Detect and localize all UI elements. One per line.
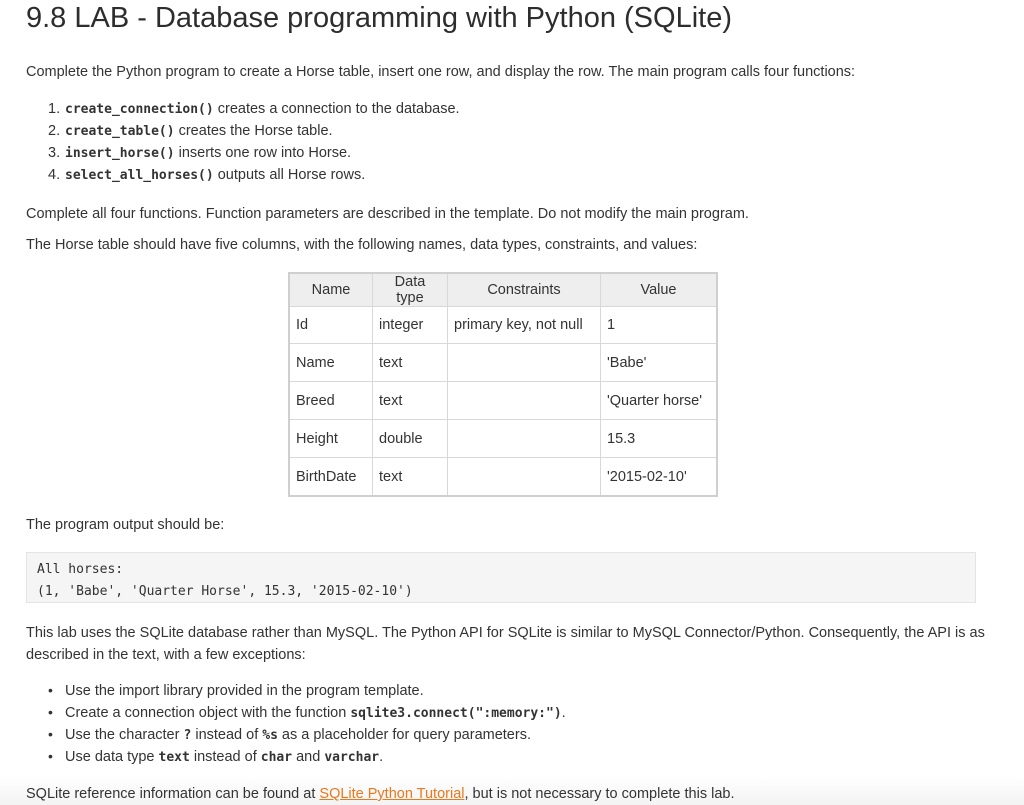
table-cell: Height [288,419,373,458]
list-item: • Use data type text instead of char and … [48,748,384,765]
table-cell: 'Quarter horse' [600,381,718,420]
complete-instructions: Complete all four functions. Function pa… [26,206,749,222]
sqlite-tutorial-link[interactable]: SQLite Python Tutorial [319,786,464,802]
sqlite-note: This lab uses the SQLite database rather… [26,625,985,663]
column-header: Name [288,272,373,307]
inline-code: text [158,750,190,765]
list-item: 3. insert_horse() inserts one row into Ho… [48,145,352,161]
table-row: Height double 15.3 [288,419,718,458]
inline-code: sqlite3.connect(":memory:") [350,706,562,721]
table-cell: 'Babe' [600,343,718,382]
column-header: Value [600,272,718,307]
output-line: All horses: [37,562,124,577]
table-cell [447,343,601,382]
list-item: 4. select_all_horses() outputs all Horse … [48,167,366,183]
table-cell: text [372,457,448,497]
function-name: create_connection() [65,102,214,117]
reference-text: SQLite reference information can be foun… [26,786,735,802]
list-item: 2. create_table() creates the Horse table… [48,123,333,139]
intro-text: Complete the Python program to create a … [26,64,856,80]
inline-code: char [260,750,293,765]
function-name: insert_horse() [65,146,175,161]
table-row: Id integer primary key, not null 1 [288,306,718,344]
table-cell: BirthDate [288,457,373,497]
table-header-row: Name Data type Constraints Value [288,272,718,307]
column-header: Constraints [447,272,601,307]
exceptions-list: • Use the import library provided in the … [48,681,566,769]
function-name: create_table() [65,124,175,139]
table-row: Breed text 'Quarter horse' [288,381,718,420]
table-cell: 1 [600,306,718,344]
table-cell: text [372,343,448,382]
output-line: (1, 'Babe', 'Quarter Horse', 15.3, '2015… [37,584,413,599]
output-label: The program output should be: [26,517,225,533]
bullet-icon: • [48,748,53,764]
list-item: • Use the import library provided in the … [48,682,424,699]
table-row: BirthDate text '2015-02-10' [288,457,718,497]
horse-table: Name Data type Constraints Value Id inte… [288,272,718,497]
expected-output-block: All horses: (1, 'Babe', 'Quarter Horse', … [26,552,976,603]
table-row: Name text 'Babe' [288,343,718,382]
table-cell: Breed [288,381,373,420]
inline-code: varchar [324,750,380,765]
list-item: 1. create_connection() creates a connecti… [48,101,460,117]
table-description: The Horse table should have five columns… [26,237,698,253]
table-cell: text [372,381,448,420]
table-cell: double [372,419,448,458]
function-list: 1. create_connection() creates a connecti… [48,100,460,188]
list-item: • Create a connection object with the fun… [48,704,566,721]
table-cell: 15.3 [600,419,718,458]
page-title: 9.8 LAB - Database programming with Pyth… [26,2,732,34]
bullet-icon: • [48,682,53,698]
function-name: select_all_horses() [65,168,214,183]
bullet-icon: • [48,726,53,742]
list-item: • Use the character ? instead of %s as a … [48,726,531,743]
inline-code: %s [262,728,278,743]
table-cell [447,381,601,420]
table-cell: integer [372,306,448,344]
bullet-icon: • [48,704,53,720]
table-cell: Name [288,343,373,382]
table-cell [447,457,601,497]
table-cell: primary key, not null [447,306,601,344]
table-cell: Id [288,306,373,344]
column-header: Data type [372,272,448,307]
table-cell: '2015-02-10' [600,457,718,497]
table-cell [447,419,601,458]
